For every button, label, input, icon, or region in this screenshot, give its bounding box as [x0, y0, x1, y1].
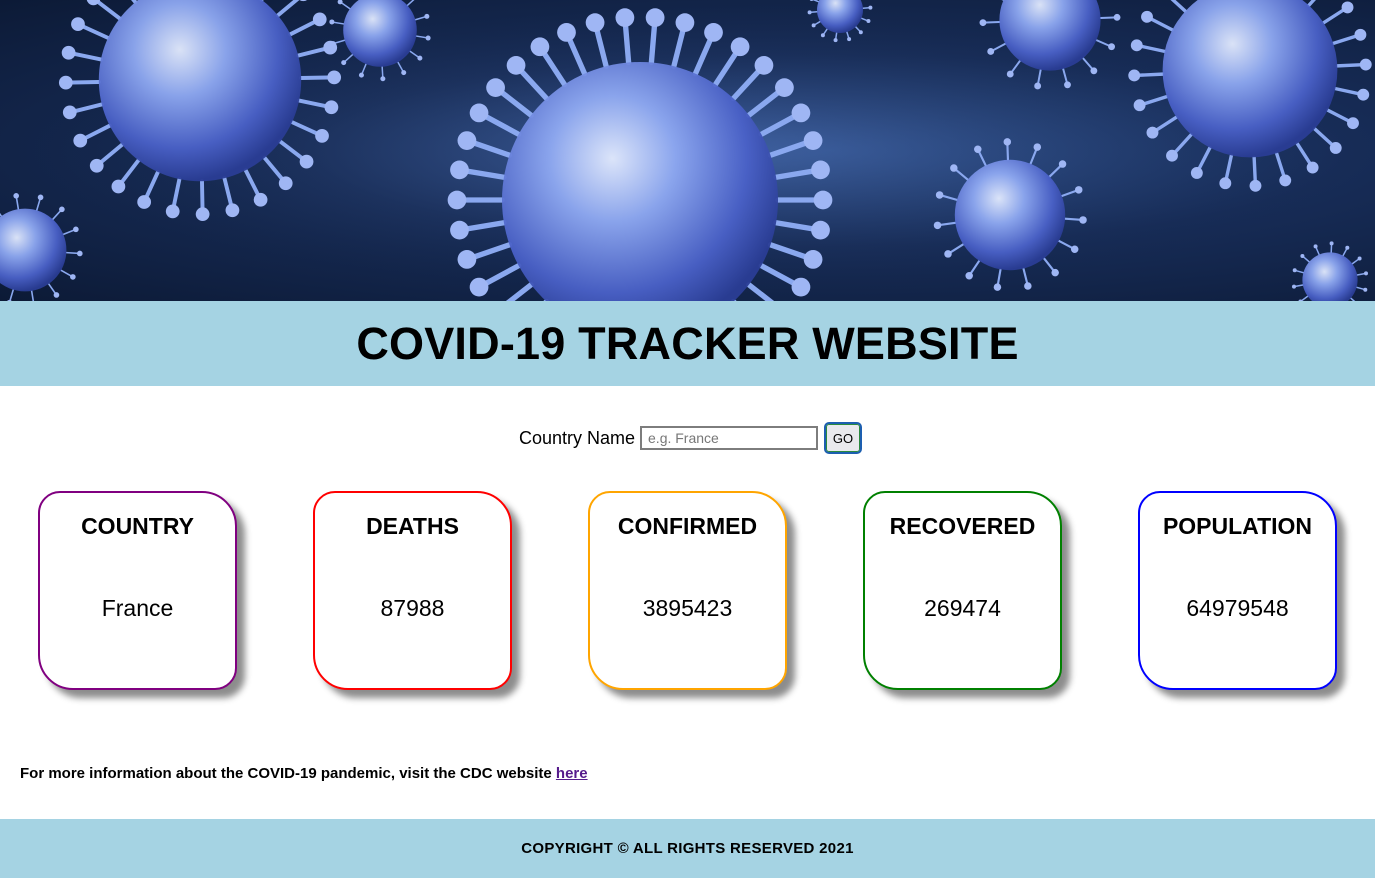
country-name-input[interactable]	[640, 426, 819, 450]
card-title: POPULATION	[1162, 513, 1313, 539]
stats-cards: COUNTRY France DEATHS 87988 CONFIRMED 38…	[0, 491, 1375, 701]
copyright-text: COPYRIGHT © ALL RIGHTS RESERVED 2021	[521, 840, 854, 857]
card-title: RECOVERED	[889, 513, 1036, 539]
page-title: COVID-19 TRACKER WEBSITE	[356, 317, 1019, 369]
country-name-label: Country Name	[518, 427, 636, 448]
country-card: COUNTRY France	[38, 491, 237, 690]
cdc-link[interactable]: here	[556, 765, 588, 782]
card-title: DEATHS	[366, 513, 459, 539]
card-value: 269474	[924, 595, 1001, 621]
card-value: 64979548	[1186, 595, 1289, 621]
card-title: COUNTRY	[81, 513, 194, 539]
info-sentence: For more information about the COVID-19 …	[20, 765, 556, 782]
population-card: POPULATION 64979548	[1138, 491, 1337, 690]
hero-banner-image	[0, 0, 1375, 301]
title-bar: COVID-19 TRACKER WEBSITE	[0, 301, 1375, 386]
card-title: CONFIRMED	[617, 513, 758, 539]
country-search-form: Country Name GO	[0, 420, 1375, 456]
footer: COPYRIGHT © ALL RIGHTS RESERVED 2021	[0, 819, 1375, 878]
card-value: 87988	[380, 595, 445, 621]
recovered-card: RECOVERED 269474	[863, 491, 1062, 690]
card-value: France	[101, 595, 174, 621]
virus-illustration	[0, 0, 1375, 301]
card-value: 3895423	[642, 595, 733, 621]
info-text: For more information about the COVID-19 …	[20, 765, 588, 782]
confirmed-card: CONFIRMED 3895423	[588, 491, 787, 690]
deaths-card: DEATHS 87988	[313, 491, 512, 690]
go-button[interactable]: GO	[824, 422, 863, 454]
